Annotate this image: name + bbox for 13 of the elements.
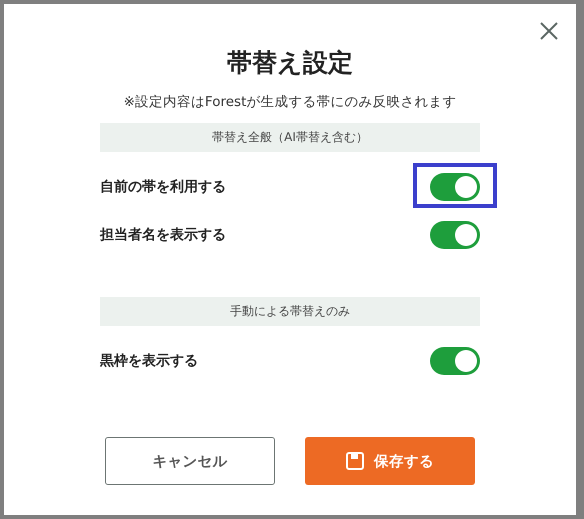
toggle-switch[interactable] [430, 221, 480, 249]
setting-label: 黒枠を表示する [100, 352, 198, 370]
close-icon [540, 22, 558, 40]
setting-label: 自前の帯を利用する [100, 178, 226, 196]
cancel-button[interactable]: キャンセル [105, 437, 275, 485]
toggle-switch[interactable] [430, 347, 480, 375]
dialog-title: 帯替え設定 [227, 47, 353, 79]
section-header: 手動による帯替えのみ [100, 297, 480, 326]
note-text: ※設定内容はForestが生成する帯にのみ反映されます [124, 93, 456, 112]
save-icon [346, 452, 364, 470]
setting-label: 担当者名を表示する [100, 226, 226, 244]
section-header: 帯替え全般（AI帯替え含む） [100, 123, 480, 152]
toggle-switch[interactable] [430, 173, 480, 201]
